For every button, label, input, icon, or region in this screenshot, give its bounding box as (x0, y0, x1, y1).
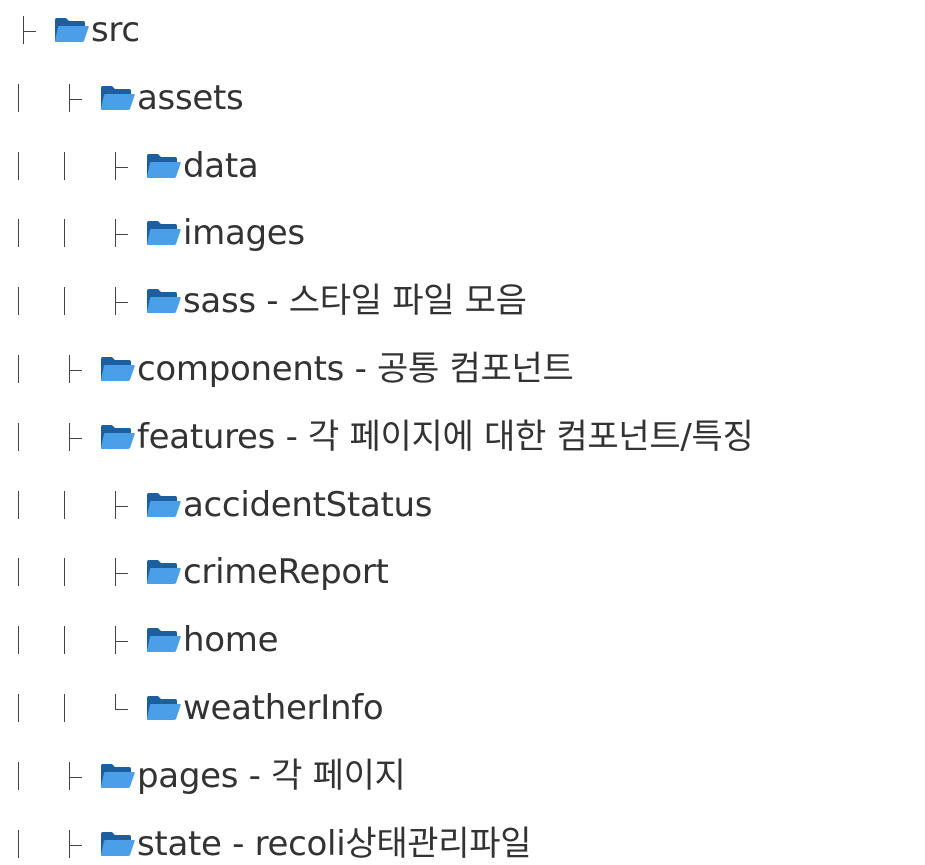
tree-row: weatherInfo (0, 688, 925, 728)
tree-row: home (0, 620, 925, 660)
tree-branch-tee (115, 281, 131, 321)
tree-branch-tee (23, 10, 39, 50)
tree-branch-tee (115, 146, 131, 186)
folder-name: home (183, 620, 279, 661)
tree-guide-line (18, 829, 19, 858)
tree-guide-line (18, 761, 19, 790)
tree-guide-line (64, 151, 65, 180)
folder-icon (146, 696, 181, 720)
tree-row: pages - 각 페이지 (0, 756, 925, 796)
folder-name: weatherInfo (183, 688, 384, 728)
folder-icon (146, 153, 181, 178)
tree-guide-line (18, 355, 19, 383)
tree-guide-line (64, 490, 65, 519)
folder-icon (100, 831, 135, 856)
folder-name: features - 각 페이지에 대한 컴포넌트/특징 (137, 416, 754, 457)
folder-icon (100, 85, 135, 110)
folder-name: assets (137, 77, 244, 118)
tree-branch-tee (69, 417, 85, 457)
tree-row: crimeReport (0, 552, 925, 592)
tree-row: src (0, 10, 925, 50)
folder-icon (146, 492, 181, 517)
tree-row: components - 공통 컴포넌트 (0, 349, 925, 389)
tree-guide-line (64, 558, 65, 587)
tree-guide-line (18, 694, 19, 722)
tree-row: features - 각 페이지에 대한 컴포넌트/특징 (0, 417, 925, 457)
folder-icon (100, 357, 135, 381)
tree-guide-line (18, 151, 19, 180)
folder-name: src (91, 10, 140, 50)
tree-guide-line (64, 626, 65, 655)
tree-branch-tee (69, 349, 85, 389)
folder-name: data (183, 145, 259, 186)
folder-icon (146, 221, 181, 246)
tree-guide-line (18, 83, 19, 112)
tree-branch-tee (115, 485, 131, 525)
folder-icon (54, 18, 89, 42)
tree-guide-line (18, 219, 19, 248)
tree-branch-tee (69, 78, 85, 118)
tree-guide-line (64, 219, 65, 248)
folder-name: accidentStatus (183, 484, 433, 525)
tree-branch-tee (115, 213, 131, 253)
folder-icon (146, 628, 181, 653)
tree-guide-line (18, 287, 19, 316)
tree-guide-line (18, 558, 19, 587)
tree-guide-line (18, 490, 19, 519)
tree-guide-line (64, 694, 65, 722)
folder-icon (146, 289, 181, 314)
tree-guide-line (18, 626, 19, 655)
folder-name: state - recoli상태관리파일 (137, 823, 532, 864)
folder-icon (146, 560, 181, 585)
tree-branch-tee (115, 552, 131, 592)
tree-row: data (0, 146, 925, 186)
folder-name: crimeReport (183, 552, 389, 593)
tree-row: assets (0, 78, 925, 118)
folder-name: components - 공통 컴포넌트 (137, 349, 574, 389)
folder-name: pages - 각 페이지 (137, 755, 406, 796)
tree-row: images (0, 213, 925, 253)
tree-branch-tee (115, 620, 131, 660)
tree-branch-end (115, 688, 131, 728)
folder-tree: src assets data images sass - 스타일 파일 모음 compo… (0, 0, 925, 865)
folder-name: sass - 스타일 파일 모음 (183, 281, 527, 322)
tree-guide-line (64, 287, 65, 316)
tree-row: accidentStatus (0, 485, 925, 525)
tree-row: state - recoli상태관리파일 (0, 824, 925, 864)
tree-guide-line (18, 422, 19, 451)
tree-row: sass - 스타일 파일 모음 (0, 281, 925, 321)
tree-branch-tee (69, 824, 85, 864)
folder-name: images (183, 213, 305, 254)
folder-icon (100, 763, 135, 788)
folder-icon (100, 424, 135, 449)
tree-branch-tee (69, 756, 85, 796)
